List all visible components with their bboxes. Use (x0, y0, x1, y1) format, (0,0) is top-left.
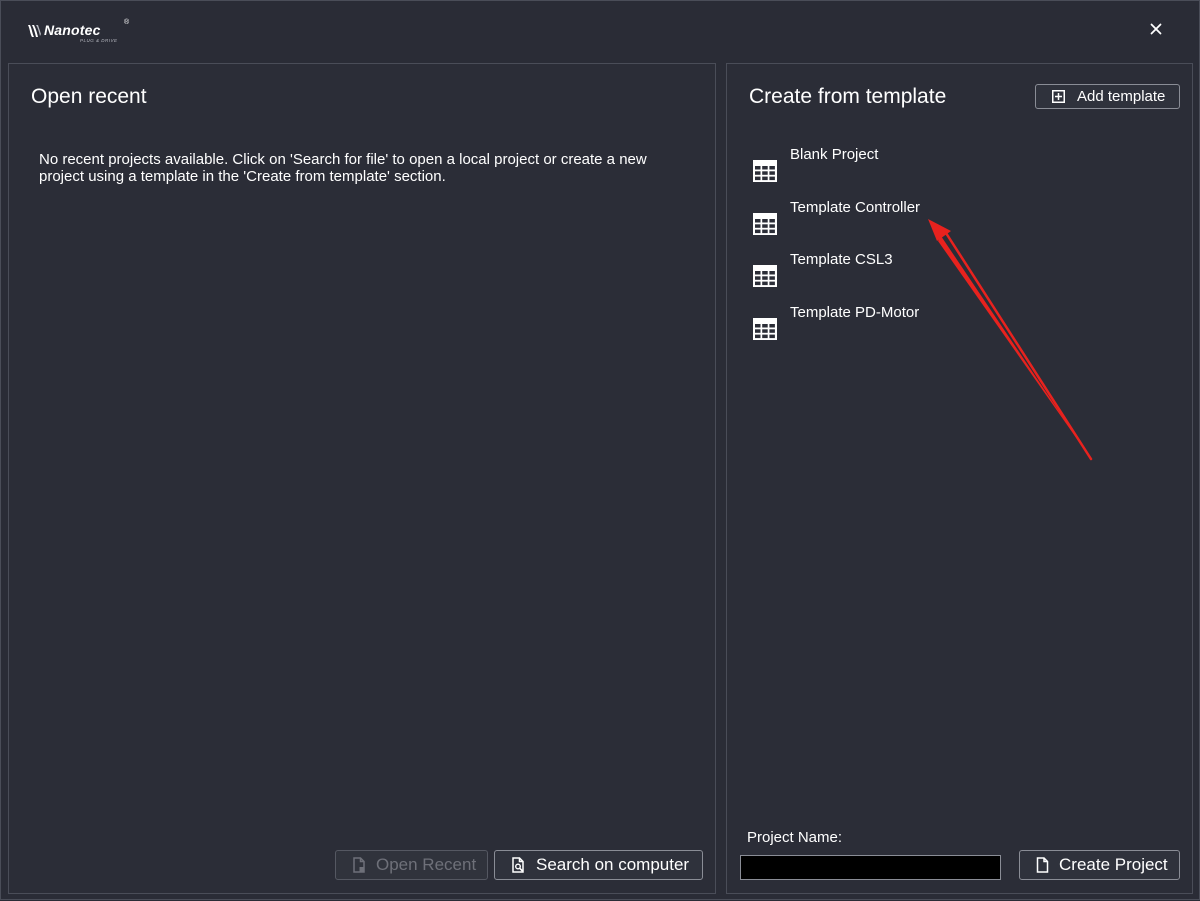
nanotec-logo: Nanotec ® PLUG & DRIVE (27, 19, 137, 47)
template-item-template-controller[interactable]: Template Controller (749, 197, 1169, 250)
file-icon (353, 857, 365, 873)
grid-table-icon (753, 160, 777, 182)
search-on-computer-button-label: Search on computer (536, 855, 690, 874)
close-button[interactable] (1144, 17, 1168, 41)
close-icon (1150, 23, 1162, 35)
template-item-blank-project[interactable]: Blank Project (749, 144, 1169, 197)
search-on-computer-button[interactable]: Search on computer (494, 850, 703, 880)
add-template-button-label: Add template (1077, 88, 1166, 105)
logo-brand-text: Nanotec (44, 22, 101, 38)
start-dialog: Nanotec ® PLUG & DRIVE Open recent No re… (0, 0, 1200, 900)
grid-table-icon (753, 317, 777, 340)
no-recent-projects-message: No recent projects available. Click on '… (39, 151, 647, 185)
open-recent-panel: Open recent No recent projects available… (8, 63, 716, 894)
open-recent-button-label: Open Recent (376, 855, 477, 874)
plus-square-icon (1052, 90, 1065, 103)
file-icon (1036, 857, 1049, 873)
add-template-button[interactable]: Add template (1035, 84, 1180, 109)
template-list: Blank Project Template Controller Templa… (749, 144, 1169, 354)
template-item-template-pd-motor[interactable]: Template PD-Motor (749, 302, 1169, 355)
create-project-button-label: Create Project (1059, 855, 1168, 874)
project-name-label: Project Name: (747, 829, 843, 846)
template-label: Template PD-Motor (790, 303, 920, 321)
template-item-template-csl3[interactable]: Template CSL3 (749, 249, 1169, 302)
create-from-template-title: Create from template (749, 85, 947, 108)
grid-table-icon (753, 212, 777, 235)
template-label: Template Controller (790, 198, 921, 216)
grid-table-icon (753, 265, 777, 287)
open-recent-button[interactable]: Open Recent (335, 850, 488, 880)
create-project-button[interactable]: Create Project (1019, 850, 1180, 880)
project-name-input[interactable] (740, 855, 1001, 880)
file-search-icon (512, 857, 524, 873)
template-label: Blank Project (790, 146, 879, 163)
logo-registered-mark: ® (124, 19, 130, 26)
create-from-template-panel: Create from template Add template Blank … (726, 63, 1193, 894)
template-label: Template CSL3 (790, 251, 893, 268)
open-recent-title: Open recent (31, 85, 147, 108)
logo-tagline: PLUG & DRIVE (80, 38, 118, 43)
nanotec-logo-mark-icon (28, 25, 41, 37)
